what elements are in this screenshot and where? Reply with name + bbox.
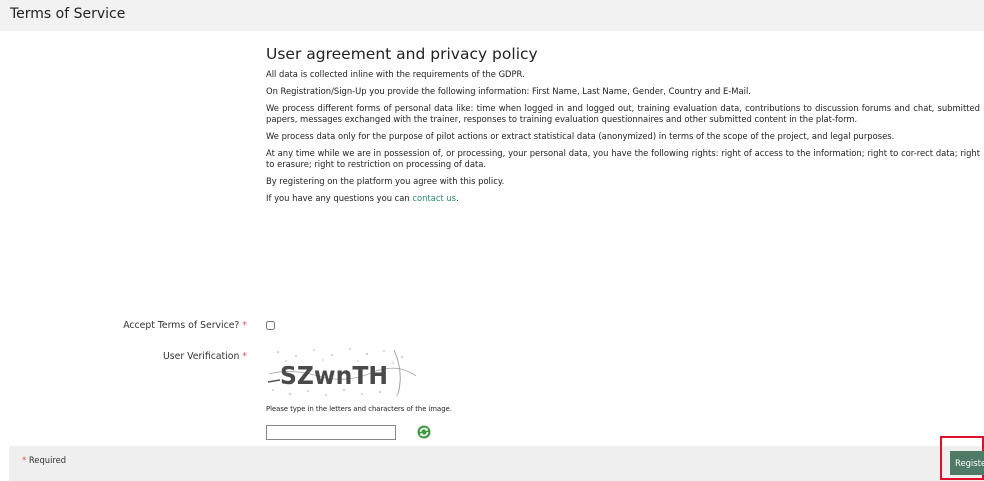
accept-terms-label-text: Accept Terms of Service? (123, 320, 240, 331)
policy-paragraph-registration: On Registration/Sign-Up you provide the … (266, 86, 751, 96)
register-button[interactable]: Register (950, 451, 984, 475)
captcha-input[interactable] (266, 425, 396, 440)
contact-us-link[interactable]: contact us (412, 193, 456, 203)
policy-paragraph-gdpr: All data is collected inline with the re… (266, 69, 525, 79)
required-asterisk: * (242, 351, 247, 362)
user-verification-label-text: User Verification (162, 351, 240, 362)
required-note: * Required (22, 455, 66, 465)
captcha-image: SZwnTH (267, 348, 417, 396)
accept-terms-label: Accept Terms of Service? * (123, 320, 247, 331)
form-footer: * Required Register (9, 436, 984, 481)
required-asterisk: * (242, 320, 247, 331)
policy-heading: User agreement and privacy policy (266, 45, 538, 63)
policy-paragraph-data-forms: We process different forms of personal d… (266, 103, 980, 124)
accept-terms-checkbox[interactable] (266, 321, 275, 330)
user-verification-label: User Verification * (163, 351, 247, 362)
contact-suffix: . (456, 193, 459, 203)
policy-section: User agreement and privacy policy All da… (266, 45, 980, 210)
policy-paragraph-agreement: By registering on the platform you agree… (266, 176, 505, 186)
captcha-hint: Please type in the letters and character… (266, 405, 452, 413)
contact-prefix: If you have any questions you can (266, 193, 413, 203)
refresh-captcha-icon[interactable] (417, 425, 431, 439)
policy-paragraph-rights: At any time while we are in possession o… (266, 148, 980, 169)
policy-paragraph-contact: If you have any questions you can contac… (266, 193, 980, 204)
terms-header: Terms of Service (0, 0, 984, 31)
policy-paragraph-purpose: We process data only for the purpose of … (266, 131, 895, 141)
required-note-text: Required (26, 455, 67, 465)
page-title: Terms of Service (10, 6, 126, 22)
captcha-text: SZwnTH (280, 361, 388, 390)
